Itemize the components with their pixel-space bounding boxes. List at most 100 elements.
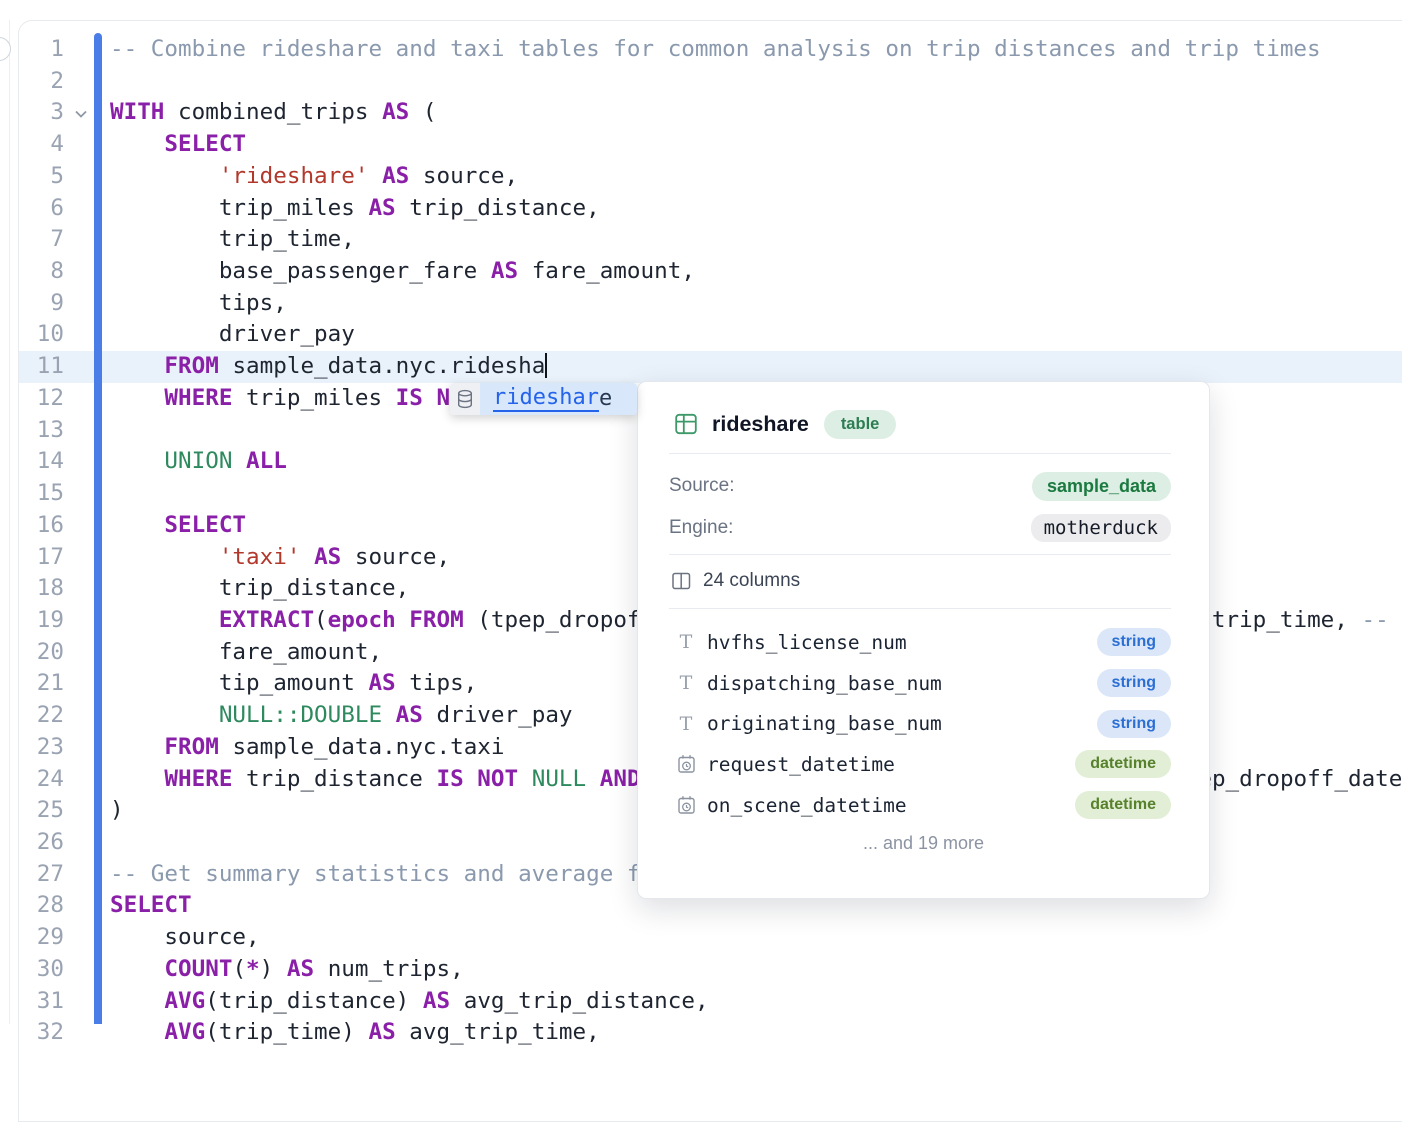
- code-line[interactable]: [110, 66, 1402, 98]
- autocomplete-popup: rideshare: [450, 383, 637, 415]
- code-token: -- Combine rideshare and taxi tables for…: [110, 36, 1321, 62]
- code-token: [110, 988, 164, 1014]
- text-type-icon: T: [676, 672, 696, 694]
- code-token: tips,: [396, 670, 478, 696]
- table-icon: [675, 413, 697, 435]
- code-line[interactable]: base_passenger_fare AS fare_amount,: [110, 256, 1402, 288]
- line-number: 5: [18, 161, 64, 193]
- popup-header: rideshare table: [675, 410, 1171, 438]
- code-token: trip_miles: [232, 385, 395, 411]
- code-token: AS: [382, 163, 409, 189]
- line-number: 14: [18, 446, 64, 478]
- code-line[interactable]: 'rideshare' AS source,: [110, 161, 1402, 193]
- code-line[interactable]: trip_miles AS trip_distance,: [110, 193, 1402, 225]
- line-number: 16: [18, 510, 64, 542]
- code-token: source,: [341, 544, 450, 570]
- code-token: 'taxi': [219, 544, 301, 570]
- code-token: [110, 163, 219, 189]
- column-type-badge: string: [1097, 669, 1171, 697]
- text-type-icon: T: [676, 631, 696, 653]
- code-token: [232, 448, 246, 474]
- meta-value-badge: sample_data: [1032, 472, 1171, 501]
- code-token: trip_miles: [110, 195, 368, 221]
- code-token: AS: [382, 99, 409, 125]
- datetime-type-icon: [677, 754, 696, 774]
- code-token: driver_pay: [423, 702, 573, 728]
- line-number: 6: [18, 193, 64, 225]
- code-token: (: [232, 956, 246, 982]
- code-token: ): [110, 797, 124, 823]
- code-line[interactable]: tips,: [110, 288, 1402, 320]
- code-token: SELECT: [110, 892, 192, 918]
- code-line[interactable]: FROM sample_data.nyc.ridesha: [110, 351, 1402, 383]
- code-token: 'rideshare': [219, 163, 369, 189]
- fold-chevron-icon[interactable]: [74, 106, 88, 116]
- table-type-badge: table: [824, 410, 897, 439]
- code-token: [382, 702, 396, 728]
- line-number: 13: [18, 415, 64, 447]
- column-type-badge: string: [1097, 628, 1171, 656]
- code-line[interactable]: source,: [110, 922, 1402, 954]
- code-token: sample_data.nyc.ridesha: [219, 353, 545, 379]
- columns-summary-text: 24 columns: [703, 570, 800, 592]
- line-number: 2: [18, 66, 64, 98]
- line-number: 24: [18, 764, 64, 796]
- table-name-title: rideshare: [712, 412, 809, 437]
- code-token: [110, 766, 164, 792]
- autocomplete-item-rideshare[interactable]: rideshare: [480, 383, 637, 415]
- code-token: AS: [368, 1019, 395, 1045]
- code-token: AND: [600, 766, 641, 792]
- popup-divider: [669, 554, 1171, 555]
- code-token: fare_amount,: [518, 258, 695, 284]
- code-token: FROM: [164, 734, 218, 760]
- line-number: 32: [18, 1017, 64, 1049]
- code-token: [110, 734, 164, 760]
- line-number: 20: [18, 637, 64, 669]
- line-number: 8: [18, 256, 64, 288]
- code-token: WHERE: [164, 385, 232, 411]
- code-token: [300, 544, 314, 570]
- code-token: AS: [491, 258, 518, 284]
- code-token: [110, 448, 164, 474]
- code-line[interactable]: WITH combined_trips AS (: [110, 97, 1402, 129]
- line-number: 4: [18, 129, 64, 161]
- code-line[interactable]: -- Combine rideshare and taxi tables for…: [110, 34, 1402, 66]
- code-line[interactable]: COUNT(*) AS num_trips,: [110, 954, 1402, 986]
- code-token: avg_trip_distance,: [450, 988, 708, 1014]
- column-type-badge: string: [1097, 710, 1171, 738]
- code-token: [110, 607, 219, 633]
- code-token: AVG: [164, 988, 205, 1014]
- code-line[interactable]: driver_pay: [110, 319, 1402, 351]
- code-token: epoch: [328, 607, 396, 633]
- line-number: 31: [18, 986, 64, 1018]
- code-token: source,: [409, 163, 518, 189]
- code-token: [110, 131, 164, 157]
- line-number: 11: [18, 351, 64, 383]
- code-token: -- in seconds: [1362, 607, 1402, 633]
- popup-divider: [669, 453, 1171, 454]
- code-token: AS: [314, 544, 341, 570]
- autocomplete-rest-text: e: [599, 386, 612, 411]
- code-token: WHERE: [164, 766, 232, 792]
- code-line[interactable]: SELECT: [110, 129, 1402, 161]
- line-number: 22: [18, 700, 64, 732]
- line-number: 9: [18, 288, 64, 320]
- code-token: [110, 544, 219, 570]
- code-token: [110, 1019, 164, 1045]
- popup-divider: [669, 608, 1171, 609]
- code-line[interactable]: trip_time,: [110, 224, 1402, 256]
- column-name: originating_base_num: [707, 712, 1097, 735]
- code-token: AS: [368, 670, 395, 696]
- code-token: trip_time,: [110, 226, 355, 252]
- code-token: ALL: [246, 448, 287, 474]
- code-line[interactable]: AVG(trip_distance) AS avg_trip_distance,: [110, 986, 1402, 1018]
- code-line[interactable]: AVG(trip_time) AS avg_trip_time,: [110, 1017, 1402, 1049]
- columns-summary: 24 columns: [672, 567, 800, 595]
- column-type-badge: datetime: [1075, 791, 1171, 819]
- code-token: NULL::DOUBLE: [219, 702, 382, 728]
- line-number: 10: [18, 319, 64, 351]
- line-number: 15: [18, 478, 64, 510]
- column-name: on_scene_datetime: [707, 794, 1075, 817]
- popup-meta-row: Source:sample_data: [669, 470, 1171, 502]
- code-token: tip_amount: [110, 670, 368, 696]
